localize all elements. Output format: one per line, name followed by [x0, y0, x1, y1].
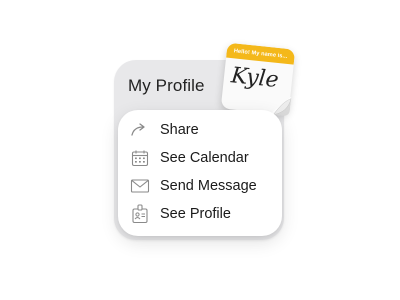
stage: My Profile Hello! My name is... Kyle Sha…	[0, 0, 400, 300]
sticker-header-text: Hello! My name is...	[233, 47, 288, 60]
send-message-item[interactable]: Send Message	[130, 174, 257, 198]
share-label: Share	[160, 122, 199, 138]
send-message-label: Send Message	[160, 178, 257, 194]
widget-title: My Profile	[128, 76, 205, 95]
share-arrow-icon	[130, 120, 150, 140]
share-item[interactable]: Share	[130, 118, 199, 142]
sticker-name: Kyle	[229, 63, 280, 94]
envelope-icon	[130, 176, 150, 196]
calendar-icon	[130, 148, 150, 168]
see-calendar-item[interactable]: See Calendar	[130, 146, 249, 170]
sticker-band: Hello! My name is...	[226, 42, 296, 65]
see-profile-label: See Profile	[160, 206, 231, 222]
see-profile-item[interactable]: See Profile	[130, 202, 231, 226]
menu-card: Share See Calendar Send Message See Prof…	[118, 110, 282, 236]
id-badge-icon	[130, 204, 150, 224]
name-tag-sticker: Hello! My name is... Kyle	[220, 42, 296, 116]
see-calendar-label: See Calendar	[160, 150, 249, 166]
